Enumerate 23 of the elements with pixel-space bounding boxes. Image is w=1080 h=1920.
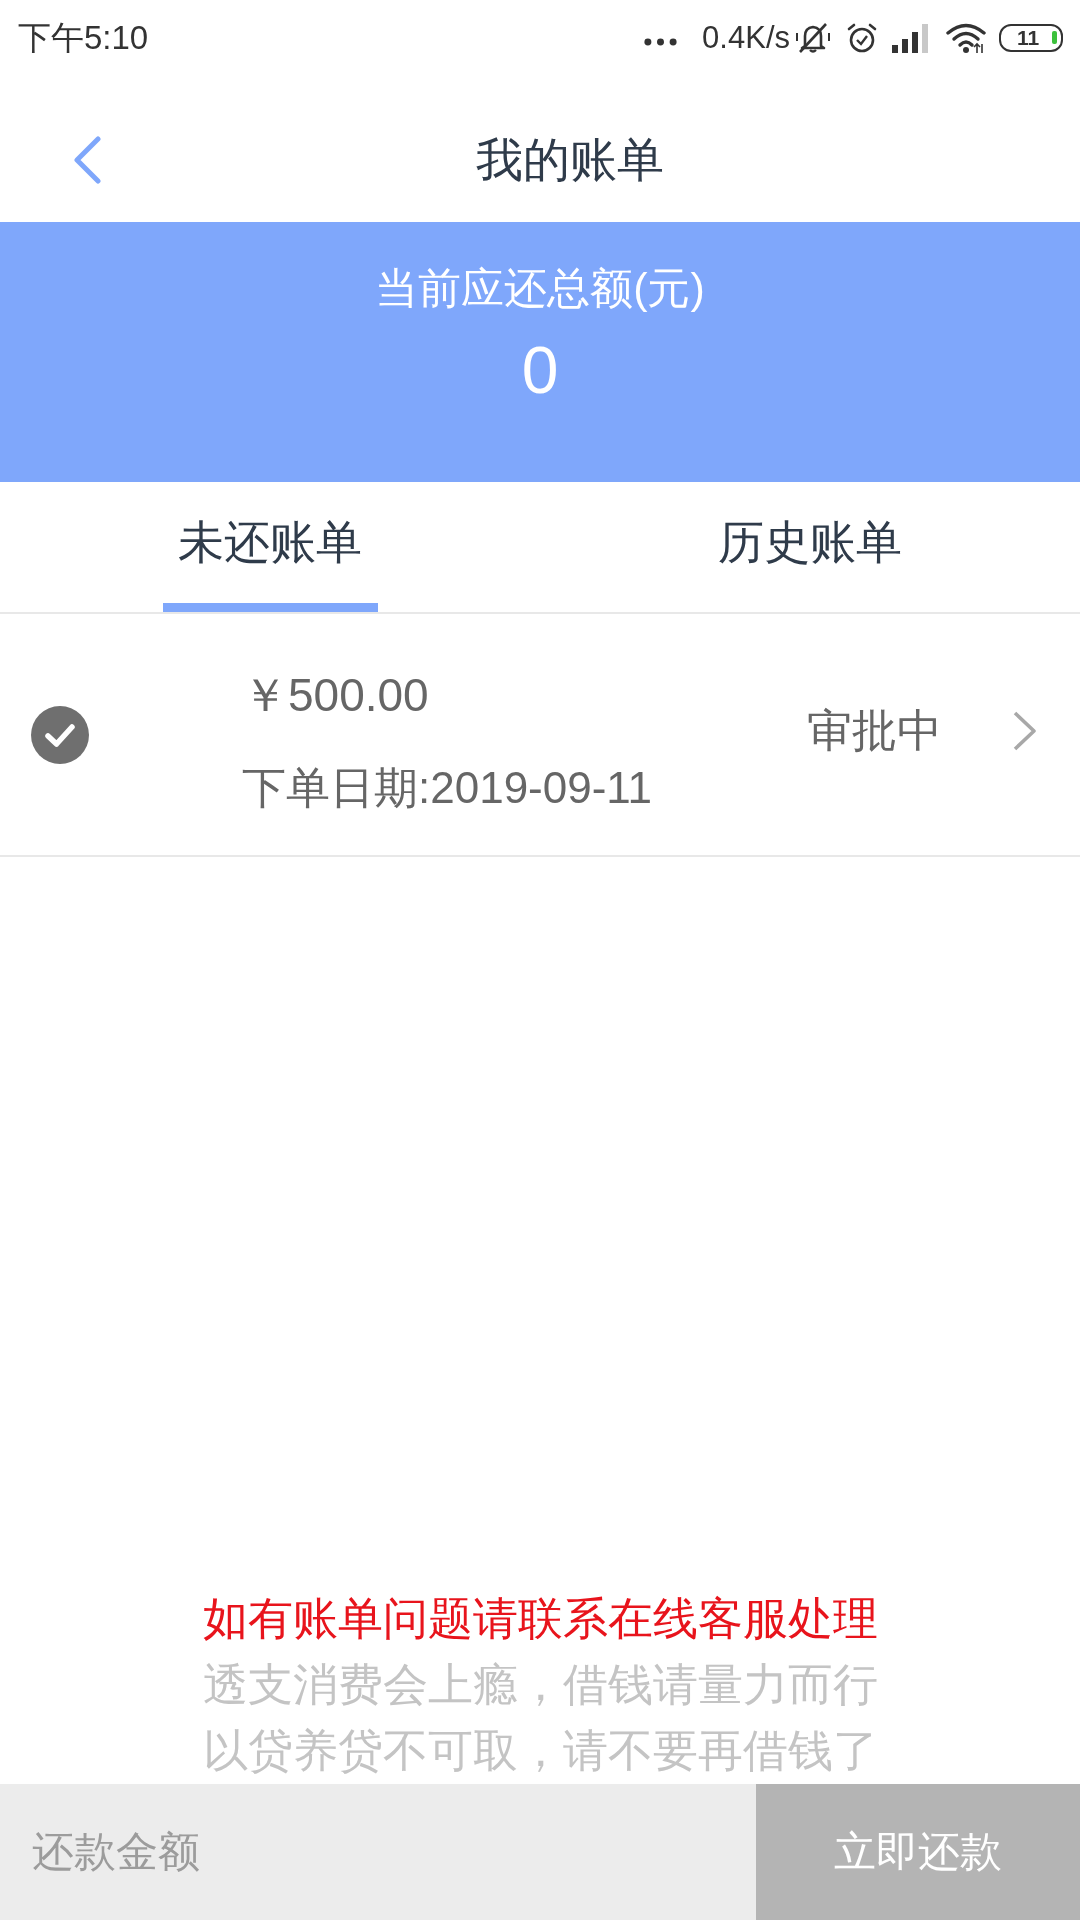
- back-icon[interactable]: [72, 135, 104, 184]
- wifi-icon: [946, 21, 986, 54]
- check-circle-icon[interactable]: [31, 705, 89, 764]
- support-notice: 如有账单问题请联系在线客服处理: [202, 1592, 878, 1646]
- page-title: 我的账单: [475, 131, 665, 188]
- status-time: 下午5:10: [18, 17, 149, 58]
- total-due-amount: 0: [521, 332, 559, 409]
- total-due-label: 当前应还总额(元): [375, 263, 705, 314]
- tab[interactable]: 未还账单: [0, 482, 540, 612]
- alarm-clock-icon: [846, 21, 878, 54]
- order-date: 下单日期:2019-09-11: [242, 762, 653, 814]
- muted-bell-icon: [795, 21, 831, 54]
- warning-notice: 透支消费会上瘾，借钱请量力而行: [202, 1658, 878, 1712]
- warning-notice: 以贷养贷不可取，请不要再借钱了: [202, 1724, 878, 1778]
- tab[interactable]: 历史账单: [540, 482, 1080, 612]
- more-dots-icon: [644, 37, 678, 46]
- network-speed: 0.4K/s: [702, 18, 790, 57]
- battery-indicator: 11: [999, 23, 1063, 52]
- bill-amount: ￥500.00: [242, 668, 429, 723]
- bill-status: 审批中: [807, 703, 942, 758]
- signal-bars-icon: [891, 22, 929, 53]
- chevron-right-icon[interactable]: [1012, 709, 1038, 752]
- amount-field[interactable]: 还款金额: [0, 1784, 756, 1920]
